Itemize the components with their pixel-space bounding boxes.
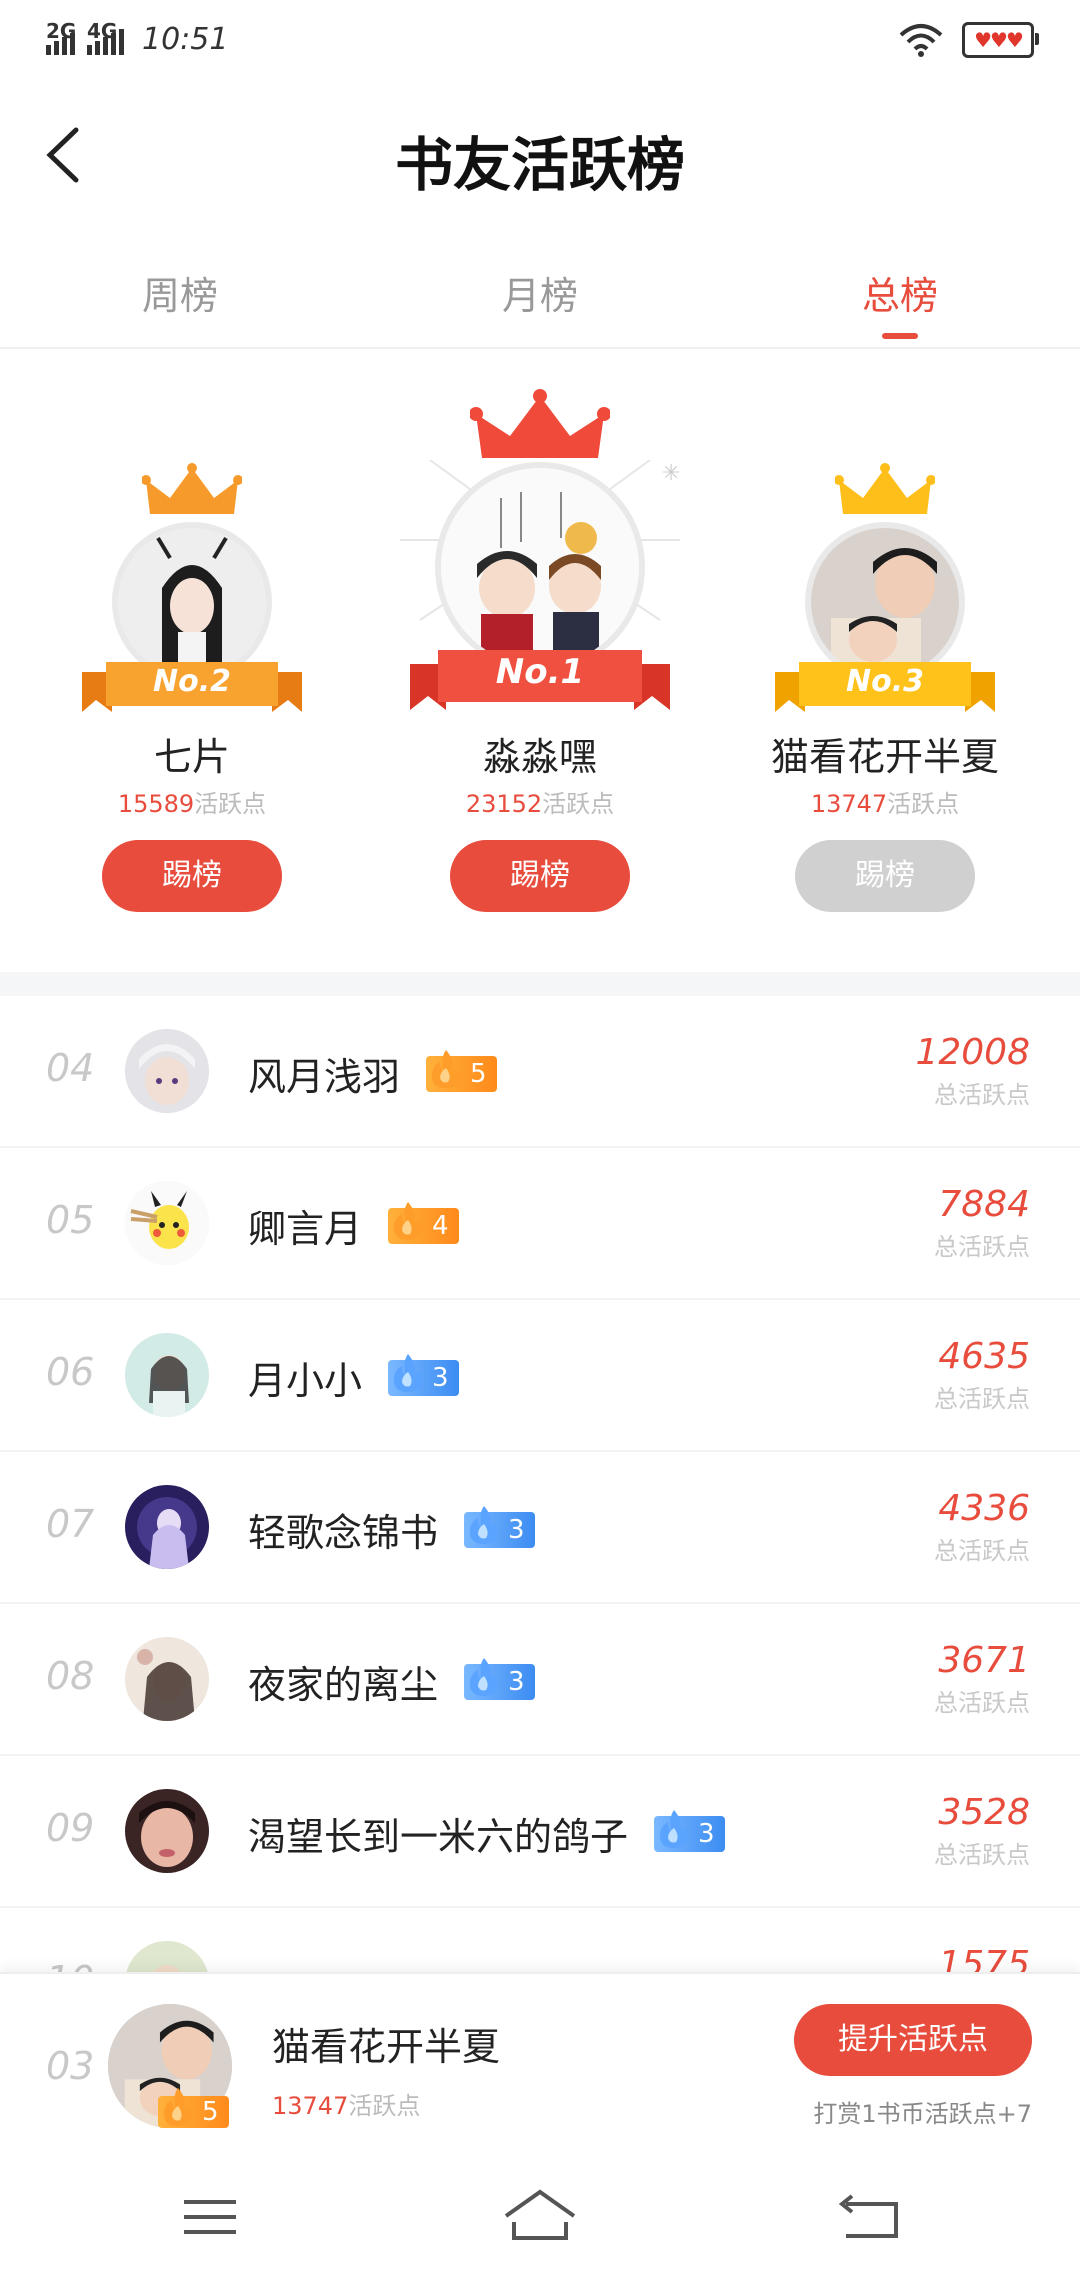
user-name: 卿言月: [248, 1207, 363, 1251]
kick-button[interactable]: 踢榜: [450, 840, 630, 912]
my-name: 猫看花开半夏: [272, 2025, 501, 2069]
flame-icon: [394, 1201, 423, 1240]
rank-number: 07: [46, 1502, 95, 1546]
user-score: 23152活跃点: [465, 790, 615, 818]
list-item[interactable]: 08 夜家的离尘 3 3671 总活跃点: [0, 1604, 1080, 1756]
rank-label: No.1: [495, 652, 585, 692]
score-value: 4336: [938, 1488, 1030, 1529]
app-header: 书友活跃榜: [0, 80, 1080, 230]
boost-activity-button[interactable]: 提升活跃点: [794, 2004, 1032, 2076]
avatar[interactable]: [125, 1029, 209, 1113]
home-icon[interactable]: [500, 2182, 580, 2252]
flame-icon: [470, 1657, 499, 1696]
rank-number: 04: [46, 1046, 95, 1090]
my-rank-number: 03: [46, 2044, 95, 2088]
level-badge: 3: [464, 1505, 535, 1548]
flame-icon: [432, 1049, 461, 1088]
system-nav-bar: [0, 2152, 1080, 2280]
score-value: 3671: [938, 1640, 1030, 1681]
rank-number: 05: [46, 1198, 95, 1242]
score-label: 总活跃点: [934, 1081, 1030, 1109]
flame-icon: [164, 2088, 192, 2126]
crown-gold-icon: [470, 389, 610, 458]
ranking-list: 04 风月浅羽 5 12008 总活跃点 05 卿言月 4 7884 总活跃点 …: [0, 996, 1080, 2058]
score-value: 4635: [938, 1336, 1030, 1377]
reward-tip: 打赏1书币活跃点+7: [813, 2100, 1032, 2128]
status-bar: 2G 4G 10:51 ♥♥♥: [0, 0, 1080, 80]
avatar[interactable]: [125, 1637, 209, 1721]
list-item[interactable]: 04 风月浅羽 5 12008 总活跃点: [0, 996, 1080, 1148]
signal-2g-icon: 2G: [46, 19, 76, 55]
divider: [0, 347, 1080, 349]
crown-bronze-icon: [835, 463, 935, 514]
menu-icon[interactable]: [170, 2182, 250, 2252]
user-name: 渴望长到一米六的鸽子: [248, 1815, 629, 1859]
avatar[interactable]: [125, 1181, 209, 1265]
list-item[interactable]: 07 轻歌念锦书 3 4336 总活跃点: [0, 1452, 1080, 1604]
rank-label: No.2: [153, 664, 231, 699]
score-value: 7884: [938, 1184, 1030, 1225]
rank-number: 08: [46, 1654, 95, 1698]
score-label: 总活跃点: [934, 1841, 1030, 1869]
user-name: 月小小: [248, 1359, 363, 1403]
list-item[interactable]: 05 卿言月 4 7884 总活跃点: [0, 1148, 1080, 1300]
score-label: 总活跃点: [934, 1689, 1030, 1717]
back-icon[interactable]: [830, 2182, 910, 2252]
page-title: 书友活跃榜: [394, 131, 685, 199]
avatar[interactable]: [125, 1789, 209, 1873]
ranking-tabs: 周榜 月榜 总榜: [0, 245, 1080, 345]
user-name: 淼淼嘿: [482, 735, 597, 779]
user-name: 风月浅羽: [248, 1055, 401, 1099]
svg-text:✳: ✳: [662, 461, 680, 486]
score-label: 总活跃点: [934, 1537, 1030, 1565]
tab-monthly[interactable]: 月榜: [360, 245, 720, 345]
section-divider: [0, 972, 1080, 996]
score-value: 12008: [915, 1032, 1030, 1073]
my-ranking-card: 03 5 猫看花开半夏 13747活跃点 提升活跃点 打赏1书币活跃点+7: [0, 1972, 1080, 2154]
podium-second: No.2 七片 15589活跃点 踢榜: [42, 350, 342, 970]
user-name: 七片: [153, 735, 230, 779]
podium-first: ✳ No.1 淼淼嘿 23152活跃点 踢榜: [390, 350, 690, 970]
my-level-badge: 5: [158, 2088, 229, 2128]
flame-icon: [660, 1809, 689, 1848]
score-label: 总活跃点: [934, 1233, 1030, 1261]
level-badge: 3: [654, 1809, 725, 1852]
flame-icon: [470, 1505, 499, 1544]
level-badge: 3: [388, 1353, 459, 1396]
clock: 10:51: [142, 22, 229, 57]
user-name: 猫看花开半夏: [770, 735, 999, 779]
level-badge: 4: [388, 1201, 459, 1244]
score-label: 总活跃点: [934, 1385, 1030, 1413]
kick-button[interactable]: 踢榜: [795, 840, 975, 912]
wifi-icon: [899, 24, 943, 57]
rank-label: No.3: [846, 664, 924, 699]
network-2g-label: 2G: [46, 18, 77, 43]
user-name: 夜家的离尘: [248, 1663, 439, 1707]
level-badge: 3: [464, 1657, 535, 1700]
user-name: 轻歌念锦书: [248, 1511, 439, 1555]
level-badge: 5: [426, 1049, 497, 1092]
crown-silver-icon: [142, 463, 242, 514]
flame-icon: [394, 1353, 423, 1392]
podium-third: No.3 猫看花开半夏 13747活跃点 踢榜: [735, 350, 1035, 970]
user-score: 15589活跃点: [117, 790, 267, 818]
rank-number: 06: [46, 1350, 95, 1394]
tab-weekly[interactable]: 周榜: [0, 245, 360, 345]
avatar[interactable]: [125, 1485, 209, 1569]
avatar[interactable]: [125, 1333, 209, 1417]
list-item[interactable]: 06 月小小 3 4635 总活跃点: [0, 1300, 1080, 1452]
kick-button[interactable]: 踢榜: [102, 840, 282, 912]
my-score: 13747活跃点: [272, 2092, 421, 2120]
score-value: 3528: [938, 1792, 1030, 1833]
podium: No.2 七片 15589活跃点 踢榜 ✳ No.1 淼淼嘿 23152活跃点 …: [0, 350, 1080, 970]
network-4g-label: 4G: [87, 18, 118, 43]
list-item[interactable]: 09 渴望长到一米六的鸽子 3 3528 总活跃点: [0, 1756, 1080, 1908]
rank-number: 09: [46, 1806, 95, 1850]
signal-4g-icon: 4G: [87, 19, 124, 55]
battery-icon: ♥♥♥: [962, 22, 1039, 58]
tab-total[interactable]: 总榜: [720, 245, 1080, 345]
user-score: 13747活跃点: [810, 790, 960, 818]
